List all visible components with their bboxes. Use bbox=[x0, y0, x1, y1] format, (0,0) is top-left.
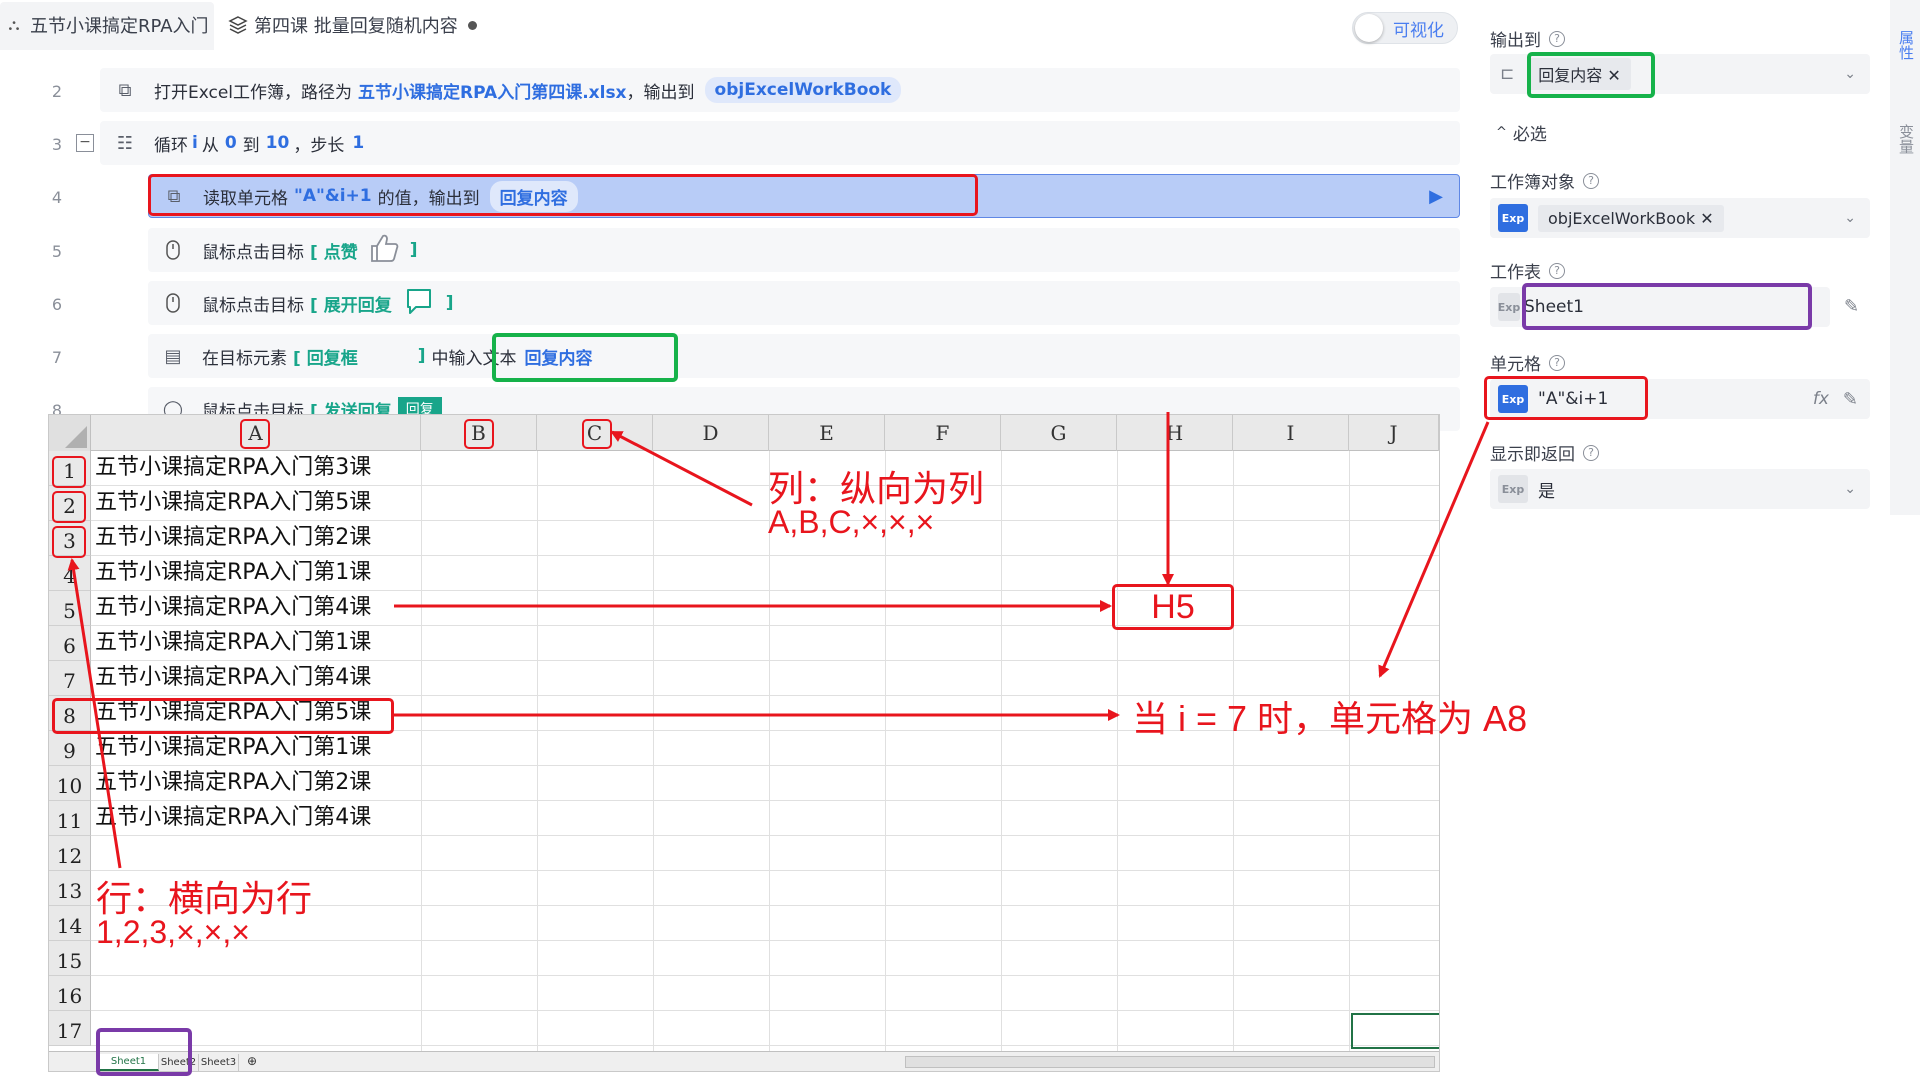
highlight-worksheet-field bbox=[1522, 283, 1812, 330]
highlight-row-3 bbox=[52, 526, 86, 558]
highlight-col-a bbox=[240, 419, 270, 449]
highlight-input-variable bbox=[492, 333, 678, 382]
cell-h5-annotation: H5 bbox=[1112, 584, 1234, 630]
highlight-cell-field bbox=[1484, 376, 1648, 420]
highlight-sheet-tab bbox=[96, 1028, 192, 1076]
highlight-output-chip bbox=[1527, 52, 1655, 98]
column-annotation-list: A,B,C,×,×,× bbox=[768, 504, 935, 540]
arrow-cell-field bbox=[1378, 421, 1490, 678]
cell-a8-annotation: 当 i = 7 时，单元格为 A8 bbox=[1132, 698, 1528, 739]
highlight-row-2 bbox=[52, 491, 86, 523]
highlight-row-1 bbox=[52, 456, 86, 488]
highlight-read-cell-step bbox=[148, 174, 978, 216]
arrow-column-c bbox=[610, 430, 753, 507]
highlight-col-b bbox=[464, 419, 494, 449]
highlight-col-c bbox=[582, 419, 612, 449]
highlight-row-8 bbox=[52, 698, 394, 734]
row-annotation-list: 1,2,3,×,×,× bbox=[96, 914, 250, 950]
